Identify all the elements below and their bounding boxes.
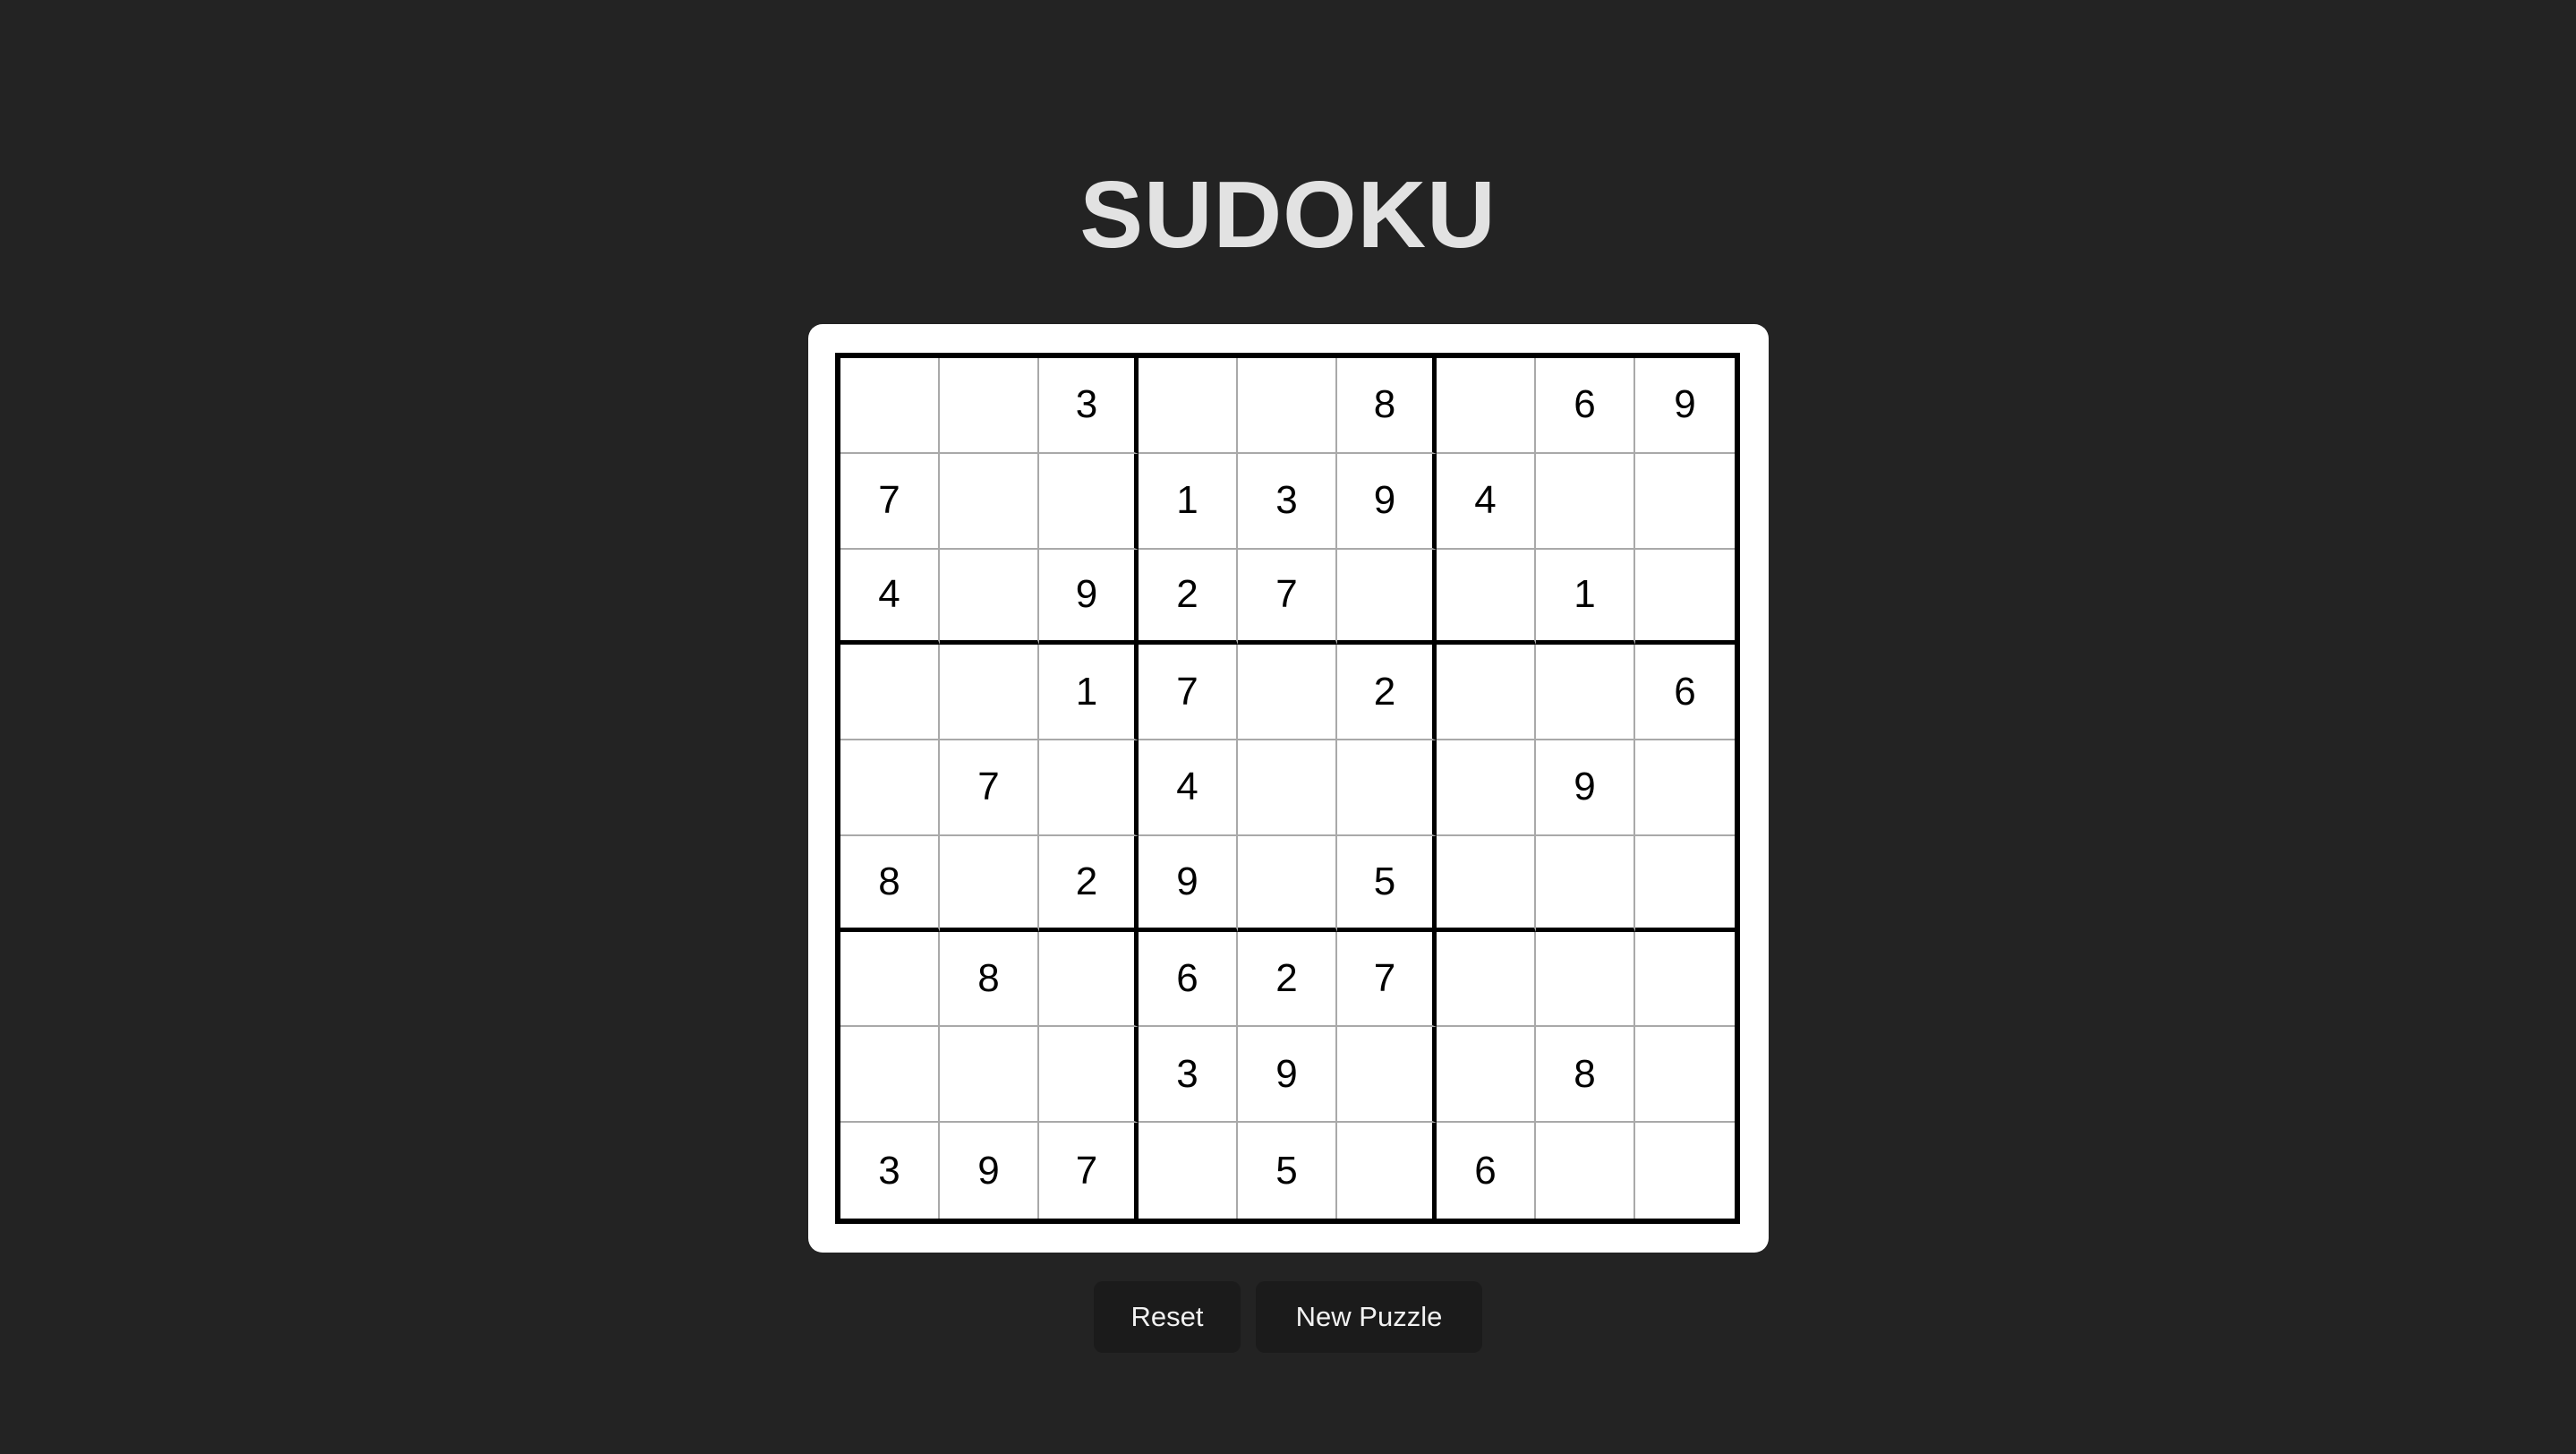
sudoku-cell[interactable]: [1635, 1123, 1735, 1219]
sudoku-cell[interactable]: 3: [840, 1123, 940, 1219]
sudoku-cell[interactable]: 8: [840, 835, 940, 932]
sudoku-cell[interactable]: 9: [1039, 549, 1139, 646]
sudoku-cell[interactable]: [1039, 931, 1139, 1028]
sudoku-cell[interactable]: 2: [1337, 645, 1437, 741]
sudoku-cell[interactable]: [1337, 1123, 1437, 1219]
sudoku-cell[interactable]: 3: [1238, 453, 1337, 550]
sudoku-cell[interactable]: [1337, 549, 1437, 646]
sudoku-cell[interactable]: [940, 549, 1039, 646]
sudoku-grid: 3869713944927117267498295862739839756: [835, 353, 1740, 1224]
sudoku-cell[interactable]: [1238, 358, 1337, 454]
sudoku-cell[interactable]: 2: [1238, 931, 1337, 1028]
sudoku-cell[interactable]: [1437, 358, 1536, 454]
sudoku-cell[interactable]: 7: [1139, 645, 1238, 741]
sudoku-cell[interactable]: [840, 740, 940, 836]
sudoku-cell[interactable]: 7: [940, 740, 1039, 836]
sudoku-cell[interactable]: 7: [1238, 549, 1337, 646]
sudoku-cell[interactable]: [1437, 645, 1536, 741]
sudoku-cell[interactable]: [1635, 550, 1735, 646]
sudoku-cell[interactable]: [840, 1027, 940, 1124]
sudoku-cell[interactable]: 7: [1337, 931, 1437, 1028]
sudoku-cell[interactable]: [1536, 1123, 1635, 1219]
sudoku-cell[interactable]: [840, 645, 940, 741]
sudoku-cell[interactable]: [1635, 1027, 1735, 1124]
sudoku-cell[interactable]: [1238, 740, 1337, 836]
sudoku-cell[interactable]: 3: [1139, 1027, 1238, 1124]
sudoku-cell[interactable]: [1039, 453, 1139, 550]
sudoku-cell[interactable]: [1039, 740, 1139, 836]
new-puzzle-button[interactable]: New Puzzle: [1256, 1281, 1482, 1353]
sudoku-cell[interactable]: 4: [1437, 453, 1536, 550]
sudoku-cell[interactable]: 9: [1635, 358, 1735, 454]
sudoku-cell[interactable]: [1139, 358, 1238, 454]
sudoku-cell[interactable]: 8: [1536, 1027, 1635, 1124]
sudoku-cell[interactable]: [940, 1027, 1039, 1124]
controls-bar: Reset New Puzzle: [0, 1281, 2576, 1353]
sudoku-cell[interactable]: [1337, 740, 1437, 836]
sudoku-cell[interactable]: [1536, 931, 1635, 1028]
sudoku-cell[interactable]: [1039, 1027, 1139, 1124]
sudoku-cell[interactable]: [840, 931, 940, 1028]
game-title: SUDOKU: [1079, 162, 1497, 268]
sudoku-cell[interactable]: [1337, 1027, 1437, 1124]
sudoku-cell[interactable]: [1238, 835, 1337, 932]
sudoku-cell[interactable]: 9: [940, 1123, 1039, 1219]
sudoku-cell[interactable]: 9: [1337, 453, 1437, 550]
sudoku-cell[interactable]: 6: [1635, 645, 1735, 741]
sudoku-cell[interactable]: 6: [1139, 931, 1238, 1028]
sudoku-cell[interactable]: [1437, 740, 1536, 836]
sudoku-cell[interactable]: 8: [1337, 358, 1437, 454]
sudoku-cell[interactable]: 5: [1238, 1123, 1337, 1219]
sudoku-cell[interactable]: 3: [1039, 358, 1139, 454]
sudoku-cell[interactable]: 5: [1337, 835, 1437, 932]
sudoku-cell[interactable]: 4: [1139, 740, 1238, 836]
sudoku-cell[interactable]: [1437, 835, 1536, 932]
sudoku-cell[interactable]: 2: [1039, 835, 1139, 932]
sudoku-cell[interactable]: [940, 453, 1039, 550]
sudoku-cell[interactable]: [940, 835, 1039, 932]
sudoku-cell[interactable]: 9: [1536, 740, 1635, 836]
sudoku-cell[interactable]: 4: [840, 549, 940, 646]
sudoku-cell[interactable]: 7: [1039, 1123, 1139, 1219]
sudoku-cell[interactable]: 9: [1238, 1027, 1337, 1124]
sudoku-cell[interactable]: [1139, 1123, 1238, 1219]
sudoku-cell[interactable]: 9: [1139, 835, 1238, 932]
sudoku-cell[interactable]: 1: [1039, 645, 1139, 741]
sudoku-cell[interactable]: 2: [1139, 549, 1238, 646]
sudoku-cell[interactable]: [840, 358, 940, 454]
sudoku-cell[interactable]: [1437, 549, 1536, 646]
sudoku-cell[interactable]: [1635, 836, 1735, 932]
sudoku-cell[interactable]: 6: [1536, 358, 1635, 454]
sudoku-cell[interactable]: 1: [1536, 549, 1635, 646]
sudoku-cell[interactable]: [1238, 645, 1337, 741]
sudoku-cell[interactable]: [1635, 932, 1735, 1028]
sudoku-cell[interactable]: [1635, 454, 1735, 550]
sudoku-cell[interactable]: [1536, 835, 1635, 932]
sudoku-cell[interactable]: 1: [1139, 453, 1238, 550]
sudoku-cell[interactable]: 6: [1437, 1123, 1536, 1219]
sudoku-cell[interactable]: 8: [940, 931, 1039, 1028]
sudoku-cell[interactable]: [1536, 453, 1635, 550]
sudoku-cell[interactable]: [1437, 931, 1536, 1028]
sudoku-cell[interactable]: [1536, 645, 1635, 741]
sudoku-cell[interactable]: 7: [840, 453, 940, 550]
sudoku-cell[interactable]: [1437, 1027, 1536, 1124]
sudoku-cell[interactable]: [940, 358, 1039, 454]
sudoku-cell[interactable]: [940, 645, 1039, 741]
sudoku-cell[interactable]: [1635, 740, 1735, 836]
reset-button[interactable]: Reset: [1094, 1281, 1241, 1353]
